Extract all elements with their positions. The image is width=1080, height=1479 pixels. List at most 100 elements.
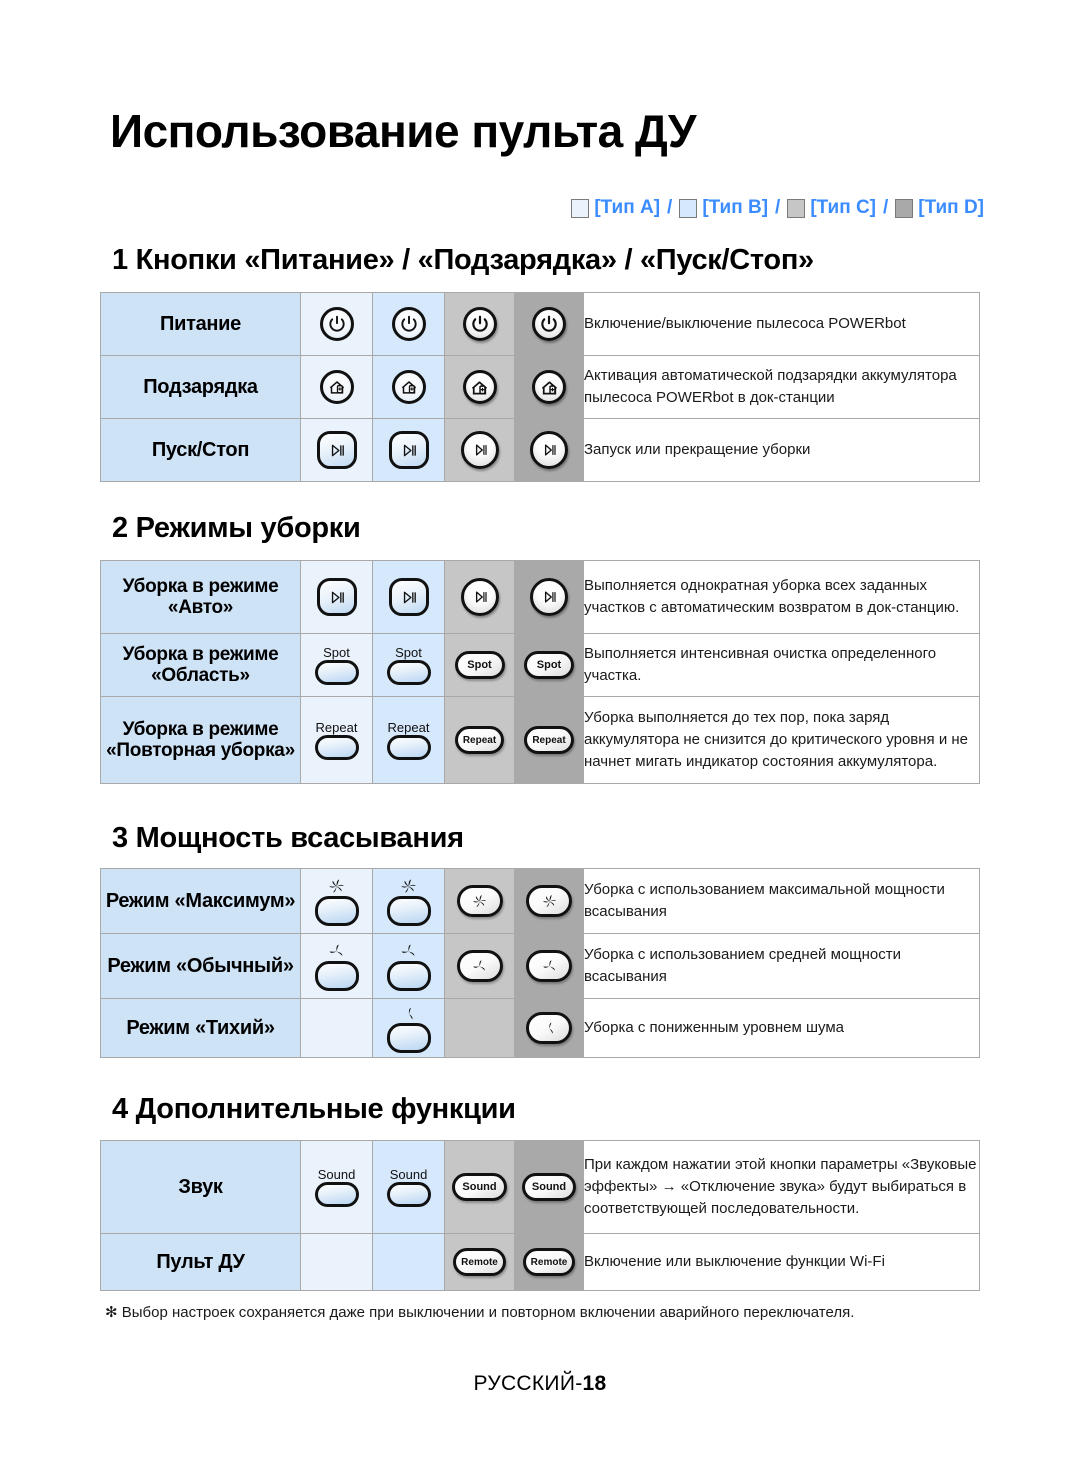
table-row: Пульт ДУ Remote Remote Включение или вык… [100,1233,980,1291]
play-pause-icon[interactable] [388,431,429,469]
repeat-button[interactable]: Repeat [386,719,431,760]
cell-type-b[interactable]: Repeat [372,696,445,784]
dock-charge-icon[interactable] [462,370,497,404]
fan-normal-icon[interactable] [456,950,503,982]
cell-type-b[interactable]: Sound [372,1140,445,1234]
blank-key[interactable] [314,734,359,760]
cell-type-a[interactable] [300,868,373,934]
fan-max-icon[interactable] [456,885,503,917]
spot-button[interactable]: Spot [454,651,505,679]
spot-button[interactable]: Spot [386,644,431,685]
cell-type-c[interactable] [444,292,515,356]
fan-normal-icon[interactable] [314,941,359,991]
cell-type-c[interactable] [444,355,515,419]
cell-type-c[interactable]: Remote [444,1233,515,1291]
power-icon[interactable] [532,307,566,341]
cell-type-d[interactable]: Spot [514,633,584,697]
cell-type-b[interactable] [372,418,445,482]
dock-charge-icon[interactable] [532,370,566,404]
fan-max-icon[interactable] [386,876,431,926]
blank-key[interactable] [314,896,359,926]
fan-max-icon[interactable] [526,885,572,917]
row-description: Уборка с использованием максимальной мощ… [583,868,980,934]
cell-type-c[interactable] [444,560,515,634]
play-pause-icon[interactable] [316,578,357,616]
blank-key[interactable] [386,1022,431,1053]
power-icon[interactable] [319,307,354,341]
blank-key[interactable] [314,659,359,685]
cell-type-b[interactable] [372,998,445,1058]
blank-key[interactable] [314,961,359,991]
fan-normal-icon[interactable] [386,941,431,991]
table-power-dock-start: Питание Включение/выключение пылесоса PO… [100,292,980,482]
fan-max-icon[interactable] [314,876,359,926]
cell-type-a[interactable]: Repeat [300,696,373,784]
fan-quiet-icon[interactable] [386,1004,431,1053]
repeat-button[interactable]: Repeat [314,721,359,760]
cell-type-d[interactable]: Repeat [514,696,584,784]
cell-type-b[interactable] [372,868,445,934]
cell-type-a[interactable] [300,292,373,356]
type-legend: [Тип A] / [Тип B] / [Тип C] / [Тип D] [571,197,984,219]
play-pause-icon[interactable] [530,578,568,616]
fan-quiet-icon[interactable] [526,1012,572,1044]
cell-type-c[interactable]: Sound [444,1140,515,1234]
cell-type-a[interactable] [300,355,373,419]
blank-key[interactable] [386,659,431,685]
dock-charge-icon[interactable] [319,370,354,404]
cell-type-d[interactable] [514,933,584,999]
cell-type-a[interactable] [300,560,373,634]
blank-key[interactable] [314,1181,359,1207]
cell-type-d[interactable] [514,355,584,419]
blank-key[interactable] [386,896,431,926]
cell-type-b[interactable] [372,933,445,999]
cell-type-b[interactable] [372,355,445,419]
blank-key[interactable] [386,1181,431,1207]
cell-type-b[interactable] [372,292,445,356]
sound-button[interactable]: Sound [314,1168,359,1207]
cell-type-d[interactable]: Remote [514,1233,584,1291]
repeat-button-caption: Repeat [387,719,430,735]
cell-type-c[interactable]: Repeat [444,696,515,784]
row-label-spot: Уборка в режиме «Область» [100,633,301,697]
blank-key[interactable] [386,734,431,760]
cell-type-a[interactable] [300,418,373,482]
cell-type-d[interactable] [514,560,584,634]
spot-button[interactable]: Spot [524,651,574,679]
cell-type-c[interactable] [444,418,515,482]
fan-normal-icon[interactable] [526,950,572,982]
cell-type-c[interactable] [444,933,515,999]
repeat-button[interactable]: Repeat [454,726,505,754]
cell-type-b[interactable] [372,560,445,634]
cell-type-a[interactable]: Sound [300,1140,373,1234]
row-description: Уборка выполняется до тех пор, пока заря… [583,696,980,784]
dock-charge-icon[interactable] [391,370,426,404]
sound-button[interactable]: Sound [452,1173,507,1201]
cell-type-b[interactable]: Spot [372,633,445,697]
play-pause-icon[interactable] [316,431,357,469]
play-pause-icon[interactable] [460,578,499,616]
cell-type-c[interactable] [444,868,515,934]
sound-button[interactable]: Sound [521,1173,577,1201]
play-pause-icon[interactable] [388,578,429,616]
power-icon[interactable] [462,307,497,341]
cell-type-c[interactable]: Spot [444,633,515,697]
cell-type-d[interactable] [514,998,584,1058]
cell-type-a[interactable]: Spot [300,633,373,697]
spot-button[interactable]: Spot [314,646,359,685]
sound-button[interactable]: Sound [386,1168,431,1207]
play-pause-icon[interactable] [530,431,568,469]
cell-type-d[interactable]: Sound [514,1140,584,1234]
power-icon[interactable] [391,307,426,341]
cell-type-d[interactable] [514,868,584,934]
cell-type-a[interactable] [300,933,373,999]
remote-button[interactable]: Remote [522,1248,576,1276]
play-pause-icon[interactable] [460,431,499,469]
spot-button-caption: Spot [395,644,422,660]
cell-type-d[interactable] [514,418,584,482]
remote-button[interactable]: Remote [453,1248,506,1276]
section-heading-3: 3 Мощность всасывания [112,822,464,854]
cell-type-d[interactable] [514,292,584,356]
repeat-button[interactable]: Repeat [524,726,574,754]
blank-key[interactable] [386,961,431,991]
